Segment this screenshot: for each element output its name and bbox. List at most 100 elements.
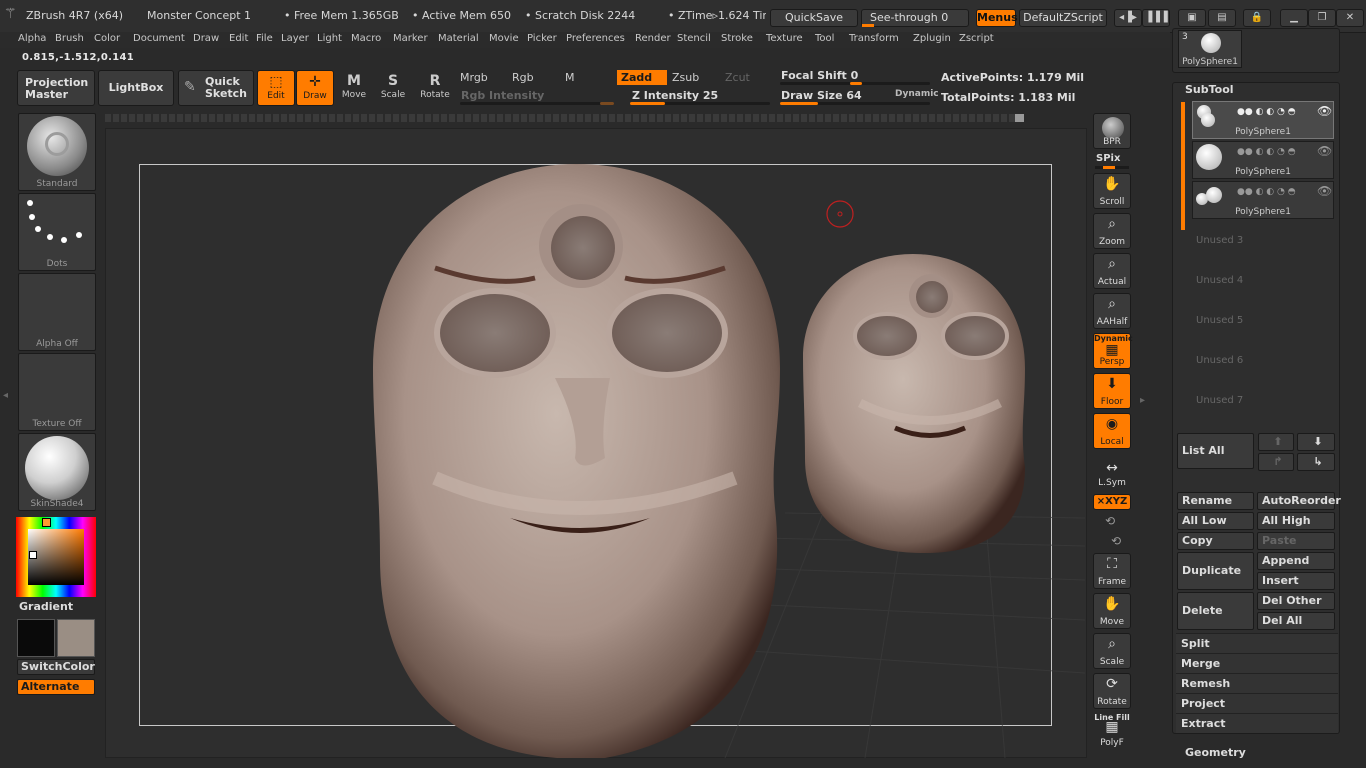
menu-movie[interactable]: Movie [489, 33, 519, 44]
duplicate-button[interactable]: Duplicate [1177, 552, 1254, 590]
color-picker[interactable] [16, 517, 96, 597]
remesh-section[interactable]: Remesh [1176, 673, 1338, 693]
rename-button[interactable]: Rename [1177, 492, 1254, 510]
persp-button[interactable]: Dynamic ▦ Persp [1093, 333, 1133, 369]
menu-stroke[interactable]: Stroke [721, 33, 753, 44]
merge-section[interactable]: Merge [1176, 653, 1338, 673]
menu-layer[interactable]: Layer [281, 33, 309, 44]
geometry-header[interactable]: Geometry [1185, 746, 1246, 759]
scale-button[interactable]: S Scale [374, 70, 412, 106]
menu-brush[interactable]: Brush [55, 33, 84, 44]
menu-light[interactable]: Light [317, 33, 342, 44]
extract-section[interactable]: Extract [1176, 713, 1338, 733]
minimize-icon[interactable]: ▁ [1280, 9, 1308, 27]
aahalf-button[interactable]: ⌕ AAHalf [1093, 293, 1131, 329]
rotate-button[interactable]: R Rotate [416, 70, 454, 106]
scroll-button[interactable]: ✋ Scroll [1093, 173, 1131, 209]
subtool-item[interactable]: ●● ◐ ◐ ◔ ◓ 👁 PolySphere1 [1192, 181, 1334, 219]
rgb-toggle[interactable]: Rgb [508, 70, 558, 85]
menu-zscript[interactable]: Zscript [959, 33, 994, 44]
projection-master-button[interactable]: Projection Master [17, 70, 95, 106]
menu-alpha[interactable]: Alpha [18, 33, 46, 44]
material-thumbnail[interactable]: SkinShade4 [18, 433, 96, 511]
list-all-button[interactable]: List All [1177, 433, 1254, 469]
menu-marker[interactable]: Marker [393, 33, 428, 44]
polyf-button[interactable]: Line Fill ▦ PolyF [1093, 713, 1131, 749]
subtool-scrollbar[interactable] [1181, 102, 1185, 230]
lock-icon[interactable]: 🔒 [1243, 9, 1271, 27]
menu-file[interactable]: File [256, 33, 273, 44]
local-button[interactable]: ◉ Local [1093, 413, 1131, 449]
dynamic-toggle[interactable]: Dynamic [895, 89, 939, 99]
secondary-color-swatch[interactable] [57, 619, 95, 657]
texture-thumbnail[interactable]: Texture Off [18, 353, 96, 431]
layout-icon[interactable]: ▣ [1178, 9, 1206, 27]
del-other-button[interactable]: Del Other [1257, 592, 1335, 610]
move-down-branch-icon[interactable]: ↳ [1297, 453, 1335, 471]
menu-document[interactable]: Document [133, 33, 185, 44]
default-zscript-button[interactable]: DefaultZScript [1019, 9, 1107, 27]
quick-sketch-button[interactable]: ✎ Quick Sketch [178, 70, 254, 106]
menu-tool[interactable]: Tool [815, 33, 834, 44]
frame-button[interactable]: ⛶ Frame [1093, 553, 1131, 589]
brush-thumbnail[interactable]: Standard [18, 113, 96, 191]
menu-edit[interactable]: Edit [229, 33, 248, 44]
project-section[interactable]: Project [1176, 693, 1338, 713]
all-high-button[interactable]: All High [1257, 512, 1335, 530]
move-up-icon[interactable]: ⬆ [1258, 433, 1294, 451]
tool-thumbnail[interactable]: 3 PolySphere1 [1178, 30, 1242, 68]
menu-transform[interactable]: Transform [849, 33, 899, 44]
alternate-button[interactable]: Alternate [17, 679, 95, 695]
m-toggle[interactable]: M [561, 70, 611, 85]
restore-icon[interactable]: ❐ [1308, 9, 1336, 27]
autoreorder-button[interactable]: AutoReorder [1257, 492, 1341, 510]
mrgb-toggle[interactable]: Mrgb [456, 70, 506, 85]
del-all-button[interactable]: Del All [1257, 612, 1335, 630]
paste-button[interactable]: Paste [1257, 532, 1335, 550]
move-down-icon[interactable]: ⬇ [1297, 433, 1335, 451]
move-up-branch-icon[interactable]: ↱ [1258, 453, 1294, 471]
quicksave-button[interactable]: QuickSave [770, 9, 858, 27]
layout-alt-icon[interactable]: ▤ [1208, 9, 1236, 27]
rotate-z-icon[interactable]: ⟲ [1111, 534, 1121, 548]
lightbox-button[interactable]: LightBox [98, 70, 174, 106]
alpha-thumbnail[interactable]: Alpha Off [18, 273, 96, 351]
zcut-toggle[interactable]: Zcut [721, 70, 771, 85]
eye-icon[interactable]: 👁 [1317, 144, 1332, 158]
draw-button[interactable]: ✛ Draw [296, 70, 334, 106]
subtool-header[interactable]: SubTool [1185, 83, 1234, 96]
left-tray-arrow-icon[interactable]: ◂ [3, 390, 8, 401]
rgb-intensity-slider[interactable] [460, 102, 614, 105]
right-tray-arrow-icon[interactable]: ▸ [1140, 395, 1145, 406]
stroke-thumbnail[interactable]: Dots [18, 193, 96, 271]
menu-preferences[interactable]: Preferences [566, 33, 625, 44]
subtool-visibility-toggles[interactable]: ●● ◐ ◐ ◔ ◓ [1237, 107, 1296, 117]
move-view-button[interactable]: ✋ Move [1093, 593, 1131, 629]
menu-color[interactable]: Color [94, 33, 120, 44]
subtool-visibility-toggles[interactable]: ●● ◐ ◐ ◔ ◓ [1237, 187, 1296, 197]
rotate-y-icon[interactable]: ⟲ [1105, 514, 1115, 528]
ruler-handle[interactable] [1015, 114, 1024, 122]
shrink-ui-icon[interactable]: ◂▐▸ [1114, 9, 1142, 27]
bpr-button[interactable]: BPR [1093, 113, 1131, 149]
all-low-button[interactable]: All Low [1177, 512, 1254, 530]
append-button[interactable]: Append [1257, 552, 1335, 570]
eye-icon[interactable]: 👁 [1317, 104, 1332, 118]
expand-ui-icon[interactable]: ▐▐▐ [1142, 9, 1170, 27]
menu-draw[interactable]: Draw [193, 33, 219, 44]
switchcolor-button[interactable]: SwitchColor [17, 659, 95, 675]
primary-color-swatch[interactable] [17, 619, 55, 657]
menu-stencil[interactable]: Stencil [677, 33, 711, 44]
delete-button[interactable]: Delete [1177, 592, 1254, 630]
edit-button[interactable]: ⬚ Edit [257, 70, 295, 106]
actual-button[interactable]: ⌕ Actual [1093, 253, 1131, 289]
zadd-toggle[interactable]: Zadd [617, 70, 667, 85]
menu-macro[interactable]: Macro [351, 33, 381, 44]
gradient-label[interactable]: Gradient [19, 600, 73, 613]
scale-view-button[interactable]: ⌕ Scale [1093, 633, 1131, 669]
insert-button[interactable]: Insert [1257, 572, 1335, 590]
see-through-slider[interactable]: See-through 0 [861, 9, 969, 27]
floor-button[interactable]: ⬇ Floor [1093, 373, 1131, 409]
menu-picker[interactable]: Picker [527, 33, 557, 44]
zsub-toggle[interactable]: Zsub [668, 70, 718, 85]
